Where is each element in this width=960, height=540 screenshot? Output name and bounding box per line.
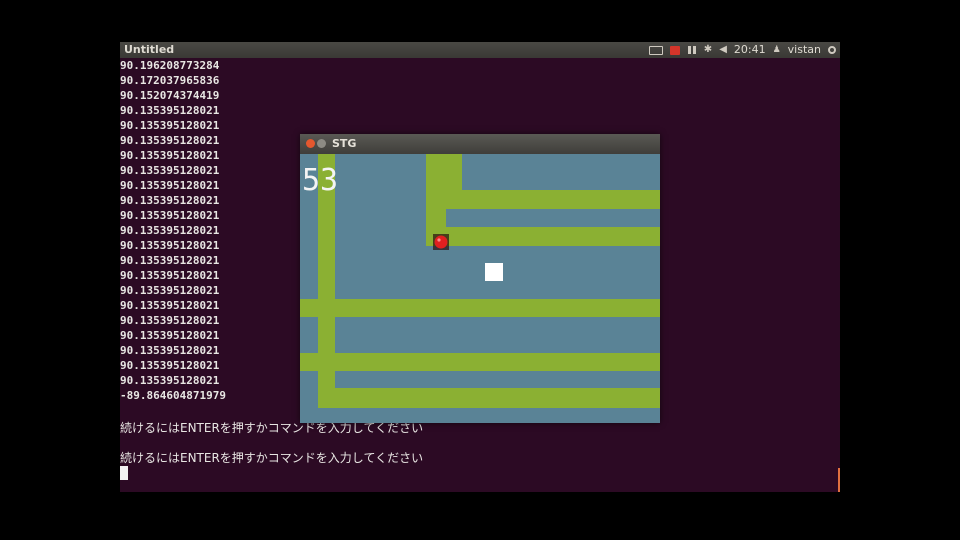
terminal-line: 90.135395128021 bbox=[120, 149, 220, 162]
stg-game-window[interactable]: STG 53 bbox=[300, 134, 660, 423]
text-cursor bbox=[120, 466, 128, 480]
window-title: Untitled bbox=[124, 43, 175, 56]
track-bar-4 bbox=[300, 353, 660, 371]
gear-icon[interactable] bbox=[828, 46, 836, 54]
terminal-line: 90.196208773284 bbox=[120, 59, 220, 72]
terminal-line: 90.135395128021 bbox=[120, 194, 220, 207]
mail-icon[interactable] bbox=[669, 45, 680, 55]
desktop-screen: Untitled ✱ ◀ 20:41 ♟ vistan 90.196208773… bbox=[120, 42, 840, 492]
close-icon[interactable] bbox=[306, 139, 315, 148]
terminal-line: 90.135395128021 bbox=[120, 179, 220, 192]
track-block-top bbox=[426, 154, 462, 190]
target-block bbox=[485, 263, 503, 281]
terminal-line: 90.135395128021 bbox=[120, 269, 220, 282]
stg-title-bar[interactable]: STG bbox=[300, 134, 660, 154]
system-tray: ✱ ◀ 20:41 ♟ vistan bbox=[648, 42, 836, 58]
terminal-line: -89.864604871979 bbox=[120, 389, 226, 402]
terminal-line: 90.135395128021 bbox=[120, 134, 220, 147]
game-field[interactable]: 53 bbox=[300, 154, 660, 423]
minimize-icon[interactable] bbox=[317, 139, 326, 148]
network-icon[interactable] bbox=[687, 45, 697, 55]
terminal-line: 90.135395128021 bbox=[120, 344, 220, 357]
player-ship-icon bbox=[433, 234, 449, 250]
score-counter: 53 bbox=[302, 163, 339, 198]
stg-window-title: STG bbox=[332, 137, 357, 150]
terminal-line: 90.135395128021 bbox=[120, 314, 220, 327]
terminal-line: 90.135395128021 bbox=[120, 119, 220, 132]
scroll-indicator bbox=[838, 468, 840, 492]
user-icon: ♟ bbox=[772, 45, 781, 55]
terminal-line: 90.135395128021 bbox=[120, 329, 220, 342]
terminal-line: 90.135395128021 bbox=[120, 164, 220, 177]
prompt-message: 続けるにはENTERを押すかコマンドを入力してください bbox=[120, 451, 424, 465]
terminal-line: 90.135395128021 bbox=[120, 299, 220, 312]
user-name[interactable]: vistan bbox=[788, 42, 821, 58]
terminal-line: 90.135395128021 bbox=[120, 359, 220, 372]
track-bar-5 bbox=[318, 388, 660, 408]
terminal-line: 90.135395128021 bbox=[120, 284, 220, 297]
bluetooth-icon[interactable]: ✱ bbox=[704, 42, 712, 58]
terminal-line: 90.135395128021 bbox=[120, 209, 220, 222]
clock[interactable]: 20:41 bbox=[734, 42, 766, 58]
terminal-line: 90.135395128021 bbox=[120, 104, 220, 117]
top-panel: Untitled ✱ ◀ 20:41 ♟ vistan bbox=[120, 42, 840, 58]
track-bar-3 bbox=[300, 299, 660, 317]
keyboard-icon[interactable] bbox=[648, 45, 663, 55]
terminal-line: 90.135395128021 bbox=[120, 224, 220, 237]
volume-icon[interactable]: ◀ bbox=[719, 42, 727, 58]
track-bar-1 bbox=[426, 190, 660, 209]
terminal-line: 90.135395128021 bbox=[120, 374, 220, 387]
terminal-line: 90.135395128021 bbox=[120, 239, 220, 252]
terminal-line: 90.172037965836 bbox=[120, 74, 220, 87]
track-bar-2 bbox=[426, 227, 660, 246]
terminal-line: 90.135395128021 bbox=[120, 254, 220, 267]
terminal-line: 90.152074374419 bbox=[120, 89, 220, 102]
